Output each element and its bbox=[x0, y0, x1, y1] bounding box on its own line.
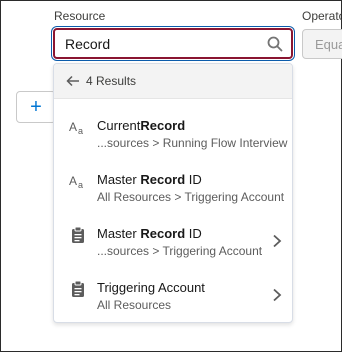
search-input-value: Record bbox=[65, 36, 111, 52]
option-subtitle: ...sources > Triggering Account bbox=[97, 244, 263, 258]
option-current-record[interactable]: A a CurrentRecord ...sources > Running F… bbox=[54, 110, 292, 164]
option-subtitle: ...sources > Running Flow Interview bbox=[97, 136, 288, 150]
results-count: 4 Results bbox=[86, 74, 137, 88]
svg-text:A: A bbox=[69, 174, 77, 188]
option-subtitle: All Resources > Triggering Account bbox=[97, 190, 285, 204]
operator-select[interactable]: Equals bbox=[302, 29, 342, 59]
text-type-icon: A a bbox=[69, 120, 83, 136]
option-title: CurrentRecord bbox=[97, 118, 186, 133]
search-icon bbox=[267, 36, 283, 52]
record-clipboard-icon bbox=[72, 280, 84, 297]
option-title: Triggering Account bbox=[97, 280, 205, 295]
option-title: Master Record ID bbox=[97, 172, 202, 187]
svg-text:a: a bbox=[78, 180, 83, 190]
chevron-right-icon[interactable] bbox=[272, 234, 282, 248]
svg-text:A: A bbox=[69, 120, 77, 134]
resource-search-input[interactable]: Record bbox=[53, 28, 293, 59]
results-header[interactable]: 4 Results bbox=[54, 64, 292, 99]
resource-dropdown: 4 Results A a CurrentRecord ...sources >… bbox=[53, 63, 293, 323]
record-clipboard-icon bbox=[72, 226, 84, 243]
option-title: Master Record ID bbox=[97, 226, 202, 241]
resource-label: Resource bbox=[54, 9, 106, 23]
option-triggering-account[interactable]: Triggering Account All Resources bbox=[54, 272, 292, 322]
operator-label: Operator bbox=[302, 9, 342, 23]
back-arrow-icon[interactable] bbox=[66, 75, 80, 87]
option-subtitle: All Resources bbox=[97, 298, 172, 312]
option-master-record-id-account[interactable]: Master Record ID ...sources > Triggering… bbox=[54, 218, 292, 272]
chevron-right-icon[interactable] bbox=[272, 288, 282, 302]
option-master-record-id[interactable]: A a Master Record ID All Resources > Tri… bbox=[54, 164, 292, 218]
text-type-icon: A a bbox=[69, 174, 83, 190]
add-condition-button[interactable]: + bbox=[16, 91, 56, 123]
svg-text:a: a bbox=[78, 126, 83, 136]
